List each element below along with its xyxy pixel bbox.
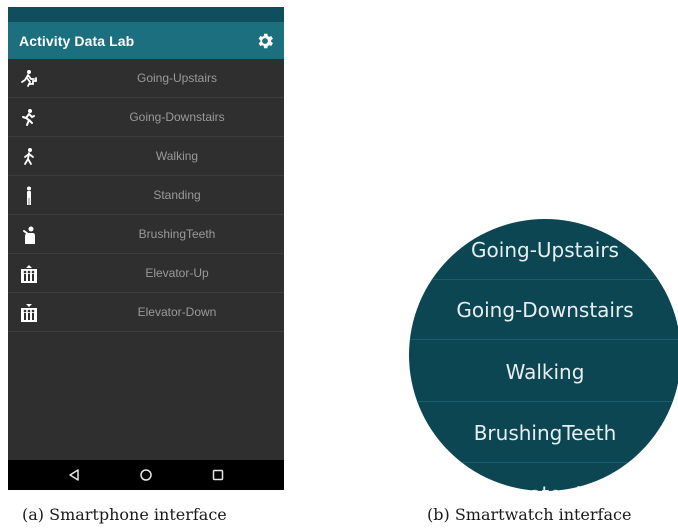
elevator-up-icon (18, 263, 40, 285)
activity-item-brushing-teeth[interactable]: BrushingTeeth (8, 215, 284, 254)
activity-label: Going-Upstairs (136, 71, 218, 85)
activity-item-going-downstairs[interactable]: Going-Downstairs (8, 98, 284, 137)
activity-item-walking[interactable]: Walking (8, 137, 284, 176)
activity-label: Going-Downstairs (129, 110, 225, 124)
app-bar: Activity Data Lab (8, 22, 284, 59)
activity-item-elevator-up[interactable]: Elevator-Up (8, 254, 284, 293)
stairs-up-icon (18, 68, 40, 90)
activity-label: Standing (153, 188, 201, 202)
watch-item-walking[interactable]: Walking (409, 342, 678, 402)
activity-label: BrushingTeeth (138, 227, 216, 241)
gear-icon[interactable] (254, 30, 276, 52)
standing-icon (18, 185, 40, 207)
navigation-bar (8, 460, 284, 490)
activity-label: Elevator-Up (145, 266, 209, 280)
caption-smartphone: (a) Smartphone interface (22, 505, 227, 524)
activity-item-elevator-down[interactable]: Elevator-Down (8, 293, 284, 332)
activity-list: Going-Upstairs Going-Downstairs Walking (8, 59, 284, 332)
watch-item-going-upstairs[interactable]: Going-Upstairs (409, 220, 678, 280)
activity-label: Walking (155, 149, 199, 163)
elevator-down-icon (18, 302, 40, 324)
watch-item-elevator-up[interactable]: Elevator-Up (409, 464, 678, 491)
stairs-down-icon (18, 107, 40, 129)
home-icon[interactable] (134, 463, 158, 487)
status-bar (8, 7, 284, 22)
watch-item-going-downstairs[interactable]: Going-Downstairs (409, 280, 678, 340)
walking-icon (18, 146, 40, 168)
smartphone-screen: Activity Data Lab Going-Upstairs Going-D… (8, 7, 284, 490)
recents-icon[interactable] (206, 463, 230, 487)
activity-item-going-upstairs[interactable]: Going-Upstairs (8, 59, 284, 98)
activity-item-standing[interactable]: Standing (8, 176, 284, 215)
app-title: Activity Data Lab (19, 32, 135, 49)
caption-smartwatch: (b) Smartwatch interface (427, 505, 632, 524)
brushing-teeth-icon (18, 224, 40, 246)
back-icon[interactable] (62, 463, 86, 487)
watch-item-brushing-teeth[interactable]: BrushingTeeth (409, 403, 678, 463)
smartwatch-screen: Going-Upstairs Going-Downstairs Walking … (409, 219, 678, 491)
activity-label: Elevator-Down (137, 305, 217, 319)
